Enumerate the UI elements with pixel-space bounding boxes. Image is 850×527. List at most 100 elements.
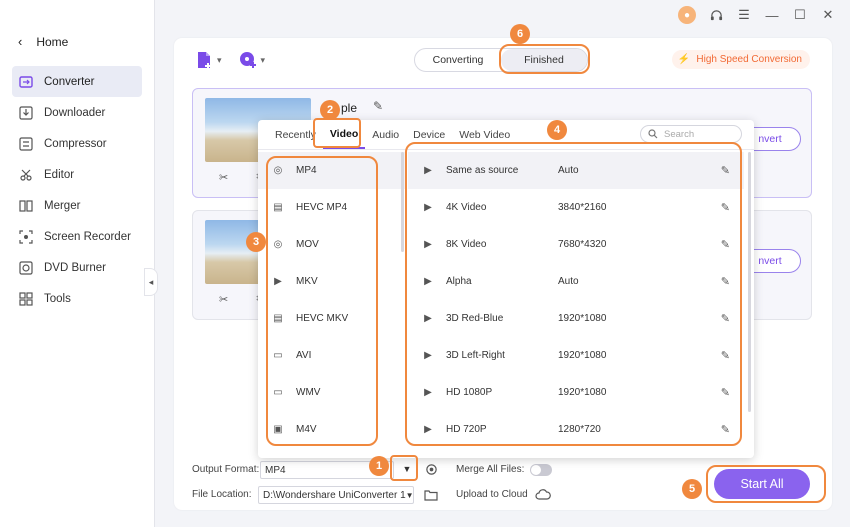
output-format-dropdown-button[interactable]: ▼: [396, 458, 418, 480]
output-format-label: Output Format:: [192, 464, 260, 475]
compressor-icon: [18, 136, 34, 152]
sidebar-item-downloader[interactable]: Downloader: [12, 97, 142, 128]
sidebar-item-label: Merger: [44, 199, 81, 212]
format-item-mp4[interactable]: ◎ MP4: [258, 152, 406, 189]
preset-item[interactable]: ▶ 8K Video 7680*4320 ✎: [408, 226, 744, 263]
edit-preset-icon[interactable]: ✎: [721, 423, 730, 436]
format-item-m4v[interactable]: ▣ M4V: [258, 411, 406, 448]
tools-icon: [18, 291, 34, 307]
edit-preset-icon[interactable]: ✎: [721, 164, 730, 177]
film-icon: ▭: [273, 387, 283, 398]
format-label: HEVC MP4: [296, 202, 348, 213]
home-link[interactable]: ‹ Home: [18, 34, 68, 49]
sidebar-collapse-button[interactable]: ◂: [144, 268, 158, 296]
edit-preset-icon[interactable]: ✎: [721, 238, 730, 251]
sidebar-item-compressor[interactable]: Compressor: [12, 128, 142, 159]
edit-preset-icon[interactable]: ✎: [721, 201, 730, 214]
output-format-value: MP4: [265, 464, 286, 476]
menu-button[interactable]: ☰: [736, 7, 752, 23]
preset-item[interactable]: ▶ Same as source Auto ✎: [408, 152, 744, 189]
format-list-scrollbar[interactable]: [401, 152, 404, 252]
trim-icon[interactable]: ✂: [219, 171, 228, 184]
start-all-button[interactable]: Start All: [714, 469, 810, 499]
sidebar-item-editor[interactable]: Editor: [12, 159, 142, 190]
edit-title-icon[interactable]: ✎: [373, 99, 383, 113]
sidebar-item-dvd-burner[interactable]: DVD Burner: [12, 252, 142, 283]
edit-preset-icon[interactable]: ✎: [721, 275, 730, 288]
format-label: HEVC MKV: [296, 313, 349, 324]
preset-item[interactable]: ▶ 3D Left-Right 1920*1080 ✎: [408, 337, 744, 374]
disc-icon: ◎: [273, 239, 283, 250]
sidebar-item-tools[interactable]: Tools: [12, 283, 142, 314]
sidebar-nav: Converter Downloader Compressor Editor M…: [12, 66, 142, 314]
format-item-avi[interactable]: ▭ AVI: [258, 337, 406, 374]
edit-preset-icon[interactable]: ✎: [721, 312, 730, 325]
preset-item[interactable]: ▶ 4K Video 3840*2160 ✎: [408, 189, 744, 226]
chevron-left-icon: ◂: [148, 276, 154, 287]
video-file-icon: ▣: [273, 424, 283, 435]
edit-preset-icon[interactable]: ✎: [721, 349, 730, 362]
format-item-mov[interactable]: ◎ MOV: [258, 226, 406, 263]
add-dvd-icon: [239, 52, 256, 68]
tab-converting[interactable]: Converting: [415, 49, 501, 71]
converter-icon: [18, 74, 34, 90]
dvd-burner-icon: [18, 260, 34, 276]
format-item-hevc-mkv[interactable]: ▤ HEVC MKV: [258, 300, 406, 337]
close-button[interactable]: ✕: [820, 7, 836, 23]
play-icon: ▶: [424, 387, 432, 398]
sidebar-item-label: Converter: [44, 75, 95, 88]
upload-cloud-label: Upload to Cloud: [456, 489, 528, 500]
tab-web-video[interactable]: Web Video: [452, 121, 517, 149]
film-icon: ▭: [273, 350, 283, 361]
add-files-button[interactable]: ▾: [194, 50, 222, 70]
high-speed-conversion-toggle[interactable]: ⚡ High Speed Conversion: [671, 50, 810, 69]
chevron-left-icon: ‹: [18, 34, 23, 49]
preset-item[interactable]: ▶ HD 720P 1280*720 ✎: [408, 411, 744, 448]
tab-audio[interactable]: Audio: [365, 121, 406, 149]
close-icon: ✕: [822, 7, 834, 22]
annotation-badge-2: 2: [320, 100, 340, 120]
preset-item[interactable]: ▶ HD 1080P 1920*1080 ✎: [408, 374, 744, 411]
preset-resolution: 7680*4320: [558, 239, 607, 250]
tab-video[interactable]: Video: [322, 121, 366, 149]
chevron-down-icon: ▼: [405, 490, 414, 500]
format-item-mkv[interactable]: ▶ MKV: [258, 263, 406, 300]
editor-icon: [18, 167, 34, 183]
format-item-hevc-mp4[interactable]: ▤ HEVC MP4: [258, 189, 406, 226]
tab-finished[interactable]: Finished: [501, 49, 587, 71]
play-icon: ▶: [424, 276, 432, 287]
preset-item[interactable]: ▶ 3D Red-Blue 1920*1080 ✎: [408, 300, 744, 337]
tab-device[interactable]: Device: [406, 121, 452, 149]
avatar[interactable]: ●: [678, 6, 696, 24]
add-file-icon: [198, 52, 211, 69]
headset-icon: [710, 9, 722, 20]
preset-resolution: 1920*1080: [558, 313, 607, 324]
format-label: MKV: [296, 276, 318, 287]
file-title: ple: [341, 101, 358, 115]
sidebar-item-converter[interactable]: Converter: [12, 66, 142, 97]
annotation-badge-4: 4: [547, 120, 567, 140]
merge-files-toggle[interactable]: [530, 464, 552, 476]
maximize-button[interactable]: ☐: [792, 7, 808, 23]
file-location-field[interactable]: D:\Wondershare UniConverter 1 ▼: [258, 486, 414, 504]
format-search-input[interactable]: Search: [640, 125, 742, 143]
preset-item[interactable]: ▶ Alpha Auto ✎: [408, 263, 744, 300]
upload-cloud-button[interactable]: [532, 484, 554, 506]
output-settings-button[interactable]: [420, 458, 442, 480]
annotation-badge-6: 6: [510, 24, 530, 44]
format-label: AVI: [296, 350, 312, 361]
sidebar-item-screen-recorder[interactable]: Screen Recorder: [12, 221, 142, 252]
format-item-wmv[interactable]: ▭ WMV: [258, 374, 406, 411]
add-dvd-button[interactable]: ▾: [238, 50, 265, 70]
preset-list-scrollbar[interactable]: [748, 152, 751, 412]
sidebar-item-label: Screen Recorder: [44, 230, 131, 243]
tab-recently[interactable]: Recently: [268, 121, 323, 149]
minimize-button[interactable]: —: [764, 7, 780, 23]
edit-preset-icon[interactable]: ✎: [721, 386, 730, 399]
trim-icon[interactable]: ✂: [219, 293, 228, 306]
support-button[interactable]: [708, 7, 724, 23]
toolbar: ▾ ▾: [194, 50, 265, 70]
open-folder-button[interactable]: [420, 484, 442, 506]
lightning-icon: ⚡: [677, 54, 691, 65]
sidebar-item-merger[interactable]: Merger: [12, 190, 142, 221]
